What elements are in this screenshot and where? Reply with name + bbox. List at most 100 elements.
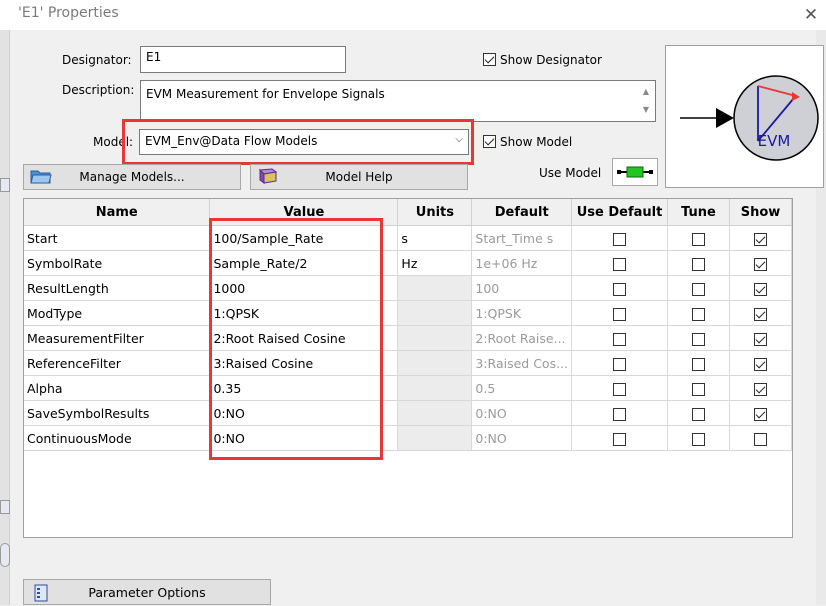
parameter-options-button[interactable]: Parameter Options [23,579,271,605]
show-checkbox[interactable] [753,432,767,446]
use-default-checkbox[interactable] [613,282,627,296]
use-default-checkbox[interactable] [613,232,627,246]
chevron-up-icon[interactable]: ▲ [639,83,653,101]
title-bar: 'E1' Properties ✕ [0,0,826,30]
chevron-down-icon[interactable]: ▼ [639,101,653,119]
param-show-cell [729,425,793,451]
background-window-edge [0,30,10,605]
show-checkbox[interactable] [753,232,767,246]
designator-label: Designator: [62,53,132,67]
model-help-label: Model Help [325,170,393,184]
show-model-checkbox[interactable] [483,135,496,148]
param-default-cell: 100 [471,275,573,301]
model-help-button[interactable]: Model Help [250,164,468,190]
use-default-checkbox[interactable] [613,407,627,421]
table-row[interactable]: ReferenceFilter 3:Raised Cosine 3:Raised C… [24,350,793,376]
param-use-default-cell [571,350,668,376]
show-checkbox[interactable] [753,332,767,346]
use-default-checkbox[interactable] [613,382,627,396]
table-row[interactable]: SaveSymbolResults 0:NO 0:NO [24,400,793,426]
param-units-cell[interactable] [397,275,473,301]
show-checkbox[interactable] [753,257,767,271]
column-header-units[interactable]: Units [397,199,473,226]
model-select[interactable]: EVM_Env@Data Flow Models ⌵ [139,129,469,155]
column-header-name[interactable]: Name [24,199,211,226]
param-default-cell: 3:Raised Cos... [471,350,573,376]
column-header-value[interactable]: Value [209,199,399,226]
tune-checkbox[interactable] [691,432,705,446]
param-value-cell[interactable]: 3:Raised Cosine [209,350,399,376]
param-units-cell[interactable] [397,425,473,451]
model-component-icon [617,166,653,178]
param-value-cell[interactable]: 2:Root Raised Cosine [209,325,399,351]
parameter-grid: Name Value Units Default Use Default Tun… [23,198,793,538]
table-row[interactable]: MeasurementFilter 2:Root Raised Cosine 2:R… [24,325,793,351]
tune-checkbox[interactable] [691,357,705,371]
param-value-cell[interactable]: 0:NO [209,400,399,426]
tune-checkbox[interactable] [691,257,705,271]
param-units-cell[interactable] [397,350,473,376]
param-name-cell: ModType [24,300,211,326]
param-units-cell[interactable] [397,300,473,326]
model-select-value: EVM_Env@Data Flow Models [145,134,318,148]
show-checkbox[interactable] [753,307,767,321]
param-units-cell[interactable]: s [397,225,473,251]
table-row[interactable]: ContinuousMode 0:NO 0:NO [24,425,793,451]
param-value-cell[interactable]: 1:QPSK [209,300,399,326]
designator-input[interactable]: E1 [140,46,346,73]
param-use-default-cell [571,400,668,426]
chevron-down-icon[interactable]: ⌵ [455,134,463,145]
manage-models-button[interactable]: Manage Models... [23,164,241,190]
show-designator-checkbox[interactable] [483,53,496,66]
manage-models-label: Manage Models... [79,170,185,184]
param-show-cell [729,275,793,301]
param-use-default-cell [571,375,668,401]
use-default-checkbox[interactable] [613,357,627,371]
show-checkbox[interactable] [753,282,767,296]
folder-icon [30,170,52,184]
tune-checkbox[interactable] [691,232,705,246]
show-checkbox[interactable] [753,407,767,421]
use-default-checkbox[interactable] [613,432,627,446]
table-row[interactable]: ModType 1:QPSK 1:QPSK [24,300,793,326]
param-units-cell[interactable] [397,400,473,426]
param-value-cell[interactable]: 0:NO [209,425,399,451]
param-value-cell[interactable]: Sample_Rate/2 [209,250,399,276]
column-header-show[interactable]: Show [729,199,793,226]
description-input[interactable]: EVM Measurement for Envelope Signals ▲ ▼ [140,80,656,122]
param-show-cell [729,350,793,376]
param-units-cell[interactable] [397,325,473,351]
table-row[interactable]: ResultLength 1000 100 [24,275,793,301]
close-icon[interactable]: ✕ [797,2,825,28]
tune-checkbox[interactable] [691,382,705,396]
table-row[interactable]: SymbolRate Sample_Rate/2 Hz 1e+06 Hz [24,250,793,276]
table-row[interactable]: Alpha 0.35 0.5 [24,375,793,401]
param-use-default-cell [571,325,668,351]
column-header-use-default[interactable]: Use Default [571,199,668,226]
column-header-default[interactable]: Default [471,199,573,226]
use-default-checkbox[interactable] [613,257,627,271]
param-use-default-cell [571,250,668,276]
symbol-preview: EVM [665,45,824,188]
tune-checkbox[interactable] [691,307,705,321]
show-checkbox[interactable] [753,357,767,371]
param-value-cell[interactable]: 0.35 [209,375,399,401]
help-book-icon [258,168,278,184]
table-row[interactable]: Start 100/Sample_Rate s Start_Time s [24,225,793,251]
use-model-button[interactable] [612,158,658,186]
tune-checkbox[interactable] [691,282,705,296]
tune-checkbox[interactable] [691,332,705,346]
show-checkbox[interactable] [753,382,767,396]
tune-checkbox[interactable] [691,407,705,421]
param-tune-cell [667,250,730,276]
description-scrollbar[interactable]: ▲ ▼ [639,83,653,119]
param-value-cell[interactable]: 100/Sample_Rate [209,225,399,251]
background-glyph-icon [0,543,10,567]
param-units-cell[interactable]: Hz [397,250,473,276]
column-header-tune[interactable]: Tune [667,199,730,226]
use-default-checkbox[interactable] [613,307,627,321]
use-default-checkbox[interactable] [613,332,627,346]
window-title: 'E1' Properties [18,5,119,21]
param-units-cell[interactable] [397,375,473,401]
param-value-cell[interactable]: 1000 [209,275,399,301]
